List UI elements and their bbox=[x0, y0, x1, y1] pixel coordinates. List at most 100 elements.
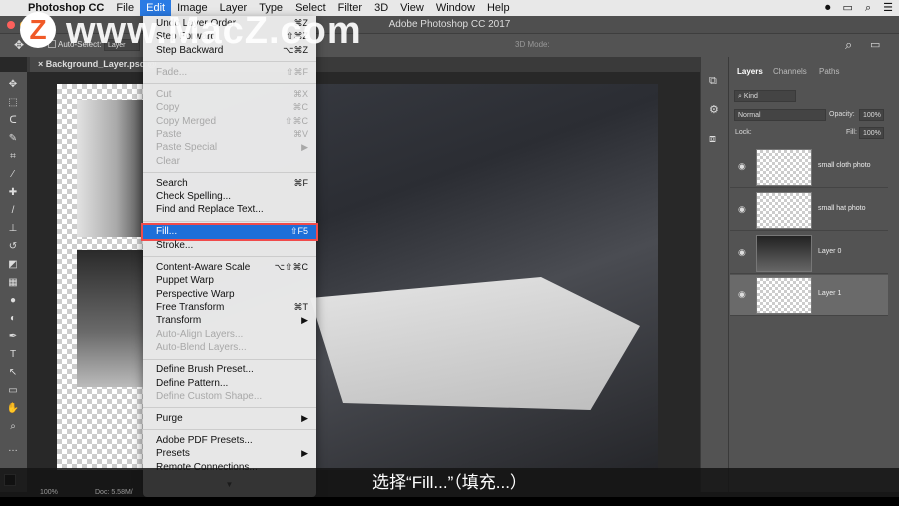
menu-item-cut[interactable]: Cut ⌘X bbox=[143, 88, 316, 101]
menu-item-auto-align-layers[interactable]: Auto-Align Layers... bbox=[143, 328, 316, 341]
menu-window[interactable]: Window bbox=[430, 0, 481, 16]
layer-row-selected[interactable]: ◉ Layer 1 bbox=[730, 275, 888, 316]
move-tool-icon[interactable]: ✥ bbox=[5, 78, 21, 92]
layer-filter-dropdown[interactable]: ⌕ Kind bbox=[734, 90, 796, 102]
menu-item-search[interactable]: Search ⌘F bbox=[143, 177, 316, 190]
menu-item-clear[interactable]: Clear bbox=[143, 155, 316, 168]
menu-item-shortcut: ▶ bbox=[301, 315, 308, 326]
menu-item-label: Free Transform bbox=[156, 302, 225, 313]
shape-tool-icon[interactable]: ▭ bbox=[5, 384, 21, 398]
menu-separator bbox=[143, 425, 316, 434]
lasso-tool-icon[interactable]: ᑕ bbox=[5, 114, 21, 128]
more-tools-icon[interactable]: … bbox=[5, 442, 21, 456]
eyedropper-tool-icon[interactable]: ⁄ bbox=[5, 168, 21, 182]
tab-paths[interactable]: Paths bbox=[819, 67, 839, 76]
zoom-tool-icon[interactable]: ⌕ bbox=[5, 420, 21, 434]
close-window-button[interactable] bbox=[7, 21, 15, 29]
properties-panel-icon[interactable]: ⚙ bbox=[709, 103, 719, 116]
healing-tool-icon[interactable]: ✚ bbox=[5, 186, 21, 200]
visibility-eye-icon[interactable]: ◉ bbox=[738, 204, 746, 215]
stamp-tool-icon[interactable]: ⊥ bbox=[5, 222, 21, 236]
glyphs-panel-icon[interactable]: ⧈ bbox=[709, 133, 716, 146]
visibility-eye-icon[interactable]: ◉ bbox=[738, 247, 746, 258]
workspace-icon[interactable]: ▭ bbox=[870, 38, 880, 51]
menu-item-paste-special[interactable]: Paste Special ▶ bbox=[143, 141, 316, 154]
menu-item-check-spelling[interactable]: Check Spelling... bbox=[143, 190, 316, 203]
menu-item-transform[interactable]: Transform ▶ bbox=[143, 314, 316, 327]
window-title: Adobe Photoshop CC 2017 bbox=[388, 19, 511, 30]
menu-item-puppet-warp[interactable]: Puppet Warp bbox=[143, 274, 316, 287]
layer-row[interactable]: ◉ small cloth photo bbox=[730, 147, 888, 188]
menu-item-define-pattern[interactable]: Define Pattern... bbox=[143, 377, 316, 390]
close-tab-icon[interactable]: × bbox=[38, 59, 46, 69]
menu-view[interactable]: View bbox=[394, 0, 430, 16]
menu-item-label: Paste bbox=[156, 128, 182, 140]
fill-label: Fill: bbox=[846, 129, 857, 136]
menu-item-label: Define Pattern... bbox=[156, 377, 229, 389]
quick-select-tool-icon[interactable]: ✎ bbox=[5, 132, 21, 146]
menu-item-label: Adobe PDF Presets... bbox=[156, 434, 253, 446]
menu-item-label: Auto-Align Layers... bbox=[156, 328, 244, 340]
menu-item-copy-merged[interactable]: Copy Merged ⇧⌘C bbox=[143, 115, 316, 128]
menu-item-copy[interactable]: Copy ⌘C bbox=[143, 101, 316, 114]
menu-3d[interactable]: 3D bbox=[368, 0, 394, 16]
search-icon[interactable]: ⌕ bbox=[845, 37, 852, 53]
menu-item-fill[interactable]: Fill... ⇧F5 bbox=[141, 223, 318, 241]
menu-item-free-transform[interactable]: Free Transform ⌘T bbox=[143, 301, 316, 314]
menu-item-auto-blend-layers[interactable]: Auto-Blend Layers... bbox=[143, 341, 316, 354]
hand-tool-icon[interactable]: ✋ bbox=[5, 402, 21, 416]
opacity-input[interactable]: 100% bbox=[859, 109, 884, 121]
blur-tool-icon[interactable]: ● bbox=[5, 294, 21, 308]
zoom-level: 100% bbox=[40, 489, 58, 496]
menu-item-label: Copy bbox=[156, 102, 180, 114]
tab-channels[interactable]: Channels bbox=[773, 67, 807, 76]
notification-center-icon[interactable]: ☰ bbox=[877, 0, 899, 16]
crop-tool-icon[interactable]: ⌗ bbox=[5, 150, 21, 164]
menu-item-find-and-replace-text[interactable]: Find and Replace Text... bbox=[143, 203, 316, 216]
dodge-tool-icon[interactable]: ◐ bbox=[5, 312, 21, 326]
marquee-tool-icon[interactable]: ⬚ bbox=[5, 96, 21, 110]
layers-panel: Layers Channels Paths ⌕ Kind Normal Opac… bbox=[728, 57, 899, 492]
layer-name: small cloth photo bbox=[818, 162, 871, 169]
menu-item-stroke[interactable]: Stroke... bbox=[143, 239, 316, 252]
tab-layers[interactable]: Layers bbox=[737, 67, 763, 76]
menu-item-label: Stroke... bbox=[156, 239, 194, 251]
menu-item-shortcut: ⌘F bbox=[293, 177, 309, 188]
layer-name: Layer 1 bbox=[818, 290, 842, 297]
gradient-tool-icon[interactable]: ▦ bbox=[5, 276, 21, 290]
menu-item-label: Puppet Warp bbox=[156, 275, 214, 287]
layer-row[interactable]: ◉ Layer 0 bbox=[730, 233, 888, 274]
menu-item-label: Perspective Warp bbox=[156, 288, 235, 300]
layer-row[interactable]: ◉ small hat photo bbox=[730, 190, 888, 231]
menu-item-presets[interactable]: Presets ▶ bbox=[143, 447, 316, 460]
menu-item-content-aware-scale[interactable]: Content-Aware Scale ⌥⇧⌘C bbox=[143, 261, 316, 274]
blend-mode-dropdown[interactable]: Normal bbox=[734, 109, 826, 121]
spotlight-icon[interactable]: ⌕ bbox=[859, 0, 877, 16]
visibility-eye-icon[interactable]: ◉ bbox=[738, 161, 746, 172]
menu-item-perspective-warp[interactable]: Perspective Warp bbox=[143, 288, 316, 301]
layer-thumbnail bbox=[756, 277, 812, 314]
menu-item-define-custom-shape[interactable]: Define Custom Shape... bbox=[143, 390, 316, 403]
menu-item-define-brush-preset[interactable]: Define Brush Preset... bbox=[143, 363, 316, 376]
path-select-tool-icon[interactable]: ↖ bbox=[5, 366, 21, 380]
video-subtitle: 选择“Fill...”（填充...） bbox=[0, 468, 899, 497]
pen-tool-icon[interactable]: ✒ bbox=[5, 330, 21, 344]
eraser-tool-icon[interactable]: ◩ bbox=[5, 258, 21, 272]
fill-input[interactable]: 100% bbox=[859, 127, 884, 139]
menu-item-label: Cut bbox=[156, 88, 172, 100]
history-panel-icon[interactable]: ⧉ bbox=[709, 75, 717, 88]
type-tool-icon[interactable]: T bbox=[5, 348, 21, 362]
lock-label: Lock: bbox=[735, 129, 752, 136]
menu-item-purge[interactable]: Purge ▶ bbox=[143, 412, 316, 425]
menu-help[interactable]: Help bbox=[481, 0, 516, 16]
menu-item-paste[interactable]: Paste ⌘V bbox=[143, 128, 316, 141]
menu-item-shortcut: ▶ bbox=[301, 448, 308, 459]
menu-item-adobe-pdf-presets[interactable]: Adobe PDF Presets... bbox=[143, 434, 316, 447]
display-icon[interactable]: ▭ bbox=[837, 0, 859, 16]
menu-item-fade[interactable]: Fade... ⇧⌘F bbox=[143, 66, 316, 79]
screen-record-icon[interactable]: ⏺ bbox=[819, 0, 837, 16]
brush-tool-icon[interactable]: / bbox=[5, 204, 21, 218]
history-brush-tool-icon[interactable]: ↺ bbox=[5, 240, 21, 254]
visibility-eye-icon[interactable]: ◉ bbox=[738, 289, 746, 300]
filter-kind-label: Kind bbox=[743, 93, 758, 100]
